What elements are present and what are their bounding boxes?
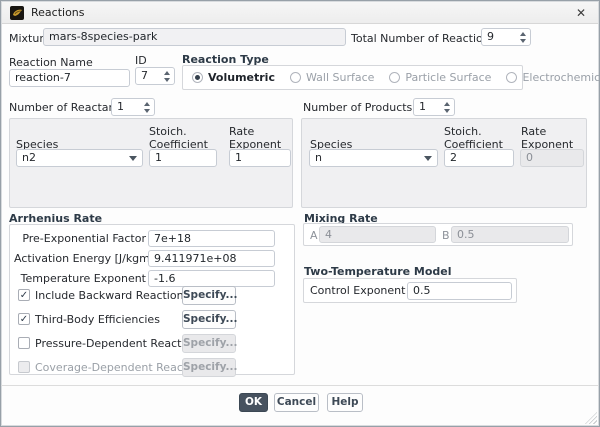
product-rate-exponent-input: 0 xyxy=(520,149,584,167)
num-reactants-label: Number of Reactants xyxy=(9,101,126,114)
reactants-col-stoich: Stoich. Coefficient xyxy=(149,125,208,151)
checkbox-checked-icon[interactable]: ✓ xyxy=(18,313,30,325)
num-products-value: 1 xyxy=(419,100,426,113)
reactant-species-dropdown[interactable]: n2 xyxy=(16,149,143,167)
products-table: Species Stoich. Coefficient Rate Exponen… xyxy=(301,118,587,208)
spinner-arrows-icon[interactable] xyxy=(516,29,530,45)
reactant-rate-exponent-input[interactable]: 1 xyxy=(229,149,291,167)
footer-separator xyxy=(1,385,599,386)
checkbox-checked-icon[interactable]: ✓ xyxy=(18,289,30,301)
num-products-spinner[interactable]: 1 xyxy=(413,98,455,116)
control-exponent-label: Control Exponent xyxy=(310,284,406,297)
num-products-label: Number of Products xyxy=(303,101,413,114)
spinner-arrows-icon[interactable] xyxy=(140,99,154,115)
two-temperature-title: Two-Temperature Model xyxy=(304,265,452,278)
spinner-arrows-icon[interactable] xyxy=(440,99,454,115)
mixing-b-label: B xyxy=(442,229,450,242)
mixing-a-label: A xyxy=(310,229,318,242)
reactants-table: Species Stoich. Coefficient Rate Exponen… xyxy=(9,118,293,208)
close-icon[interactable]: ✕ xyxy=(572,6,590,20)
coverage-dependent-row: Coverage-Dependent Reaction Specify... xyxy=(10,358,294,378)
radio-wall-surface[interactable]: Wall Surface xyxy=(289,71,374,84)
third-body-label: Third-Body Efficiencies xyxy=(35,313,160,326)
radio-particle-surface[interactable]: Particle Surface xyxy=(389,71,491,84)
radio-volumetric[interactable]: Volumetric xyxy=(192,71,275,84)
two-temperature-group: Control Exponent 0.5 xyxy=(303,278,517,303)
specify-coverage-button: Specify... xyxy=(182,358,237,377)
cancel-button[interactable]: Cancel xyxy=(274,393,319,412)
reaction-id-spinner[interactable]: 7 xyxy=(135,67,175,85)
pre-exponential-label: Pre-Exponential Factor xyxy=(22,232,146,245)
mixing-rate-group: A 4 B 0.5 xyxy=(303,223,573,246)
num-reactants-value: 1 xyxy=(117,100,124,113)
activation-energy-input[interactable]: 9.411971e+08 xyxy=(148,250,275,267)
radio-icon[interactable] xyxy=(289,72,301,83)
reaction-type-radios: Volumetric Wall Surface Particle Surface… xyxy=(182,65,599,90)
checkbox-disabled-icon xyxy=(18,361,30,373)
total-reactions-label: Total Number of Reactions xyxy=(351,32,496,45)
reaction-id-value: 7 xyxy=(141,69,148,82)
reactions-dialog: Reactions ✕ Mixture mars-8species-park T… xyxy=(0,0,600,427)
total-reactions-value: 9 xyxy=(487,30,494,43)
pre-exponential-input[interactable]: 7e+18 xyxy=(148,230,275,247)
products-col-species: Species xyxy=(310,138,353,151)
resize-grip[interactable] xyxy=(585,412,597,424)
backward-reaction-label: Include Backward Reaction xyxy=(35,289,184,302)
products-col-stoich: Stoich. Coefficient xyxy=(444,125,503,151)
radio-icon[interactable] xyxy=(506,72,518,83)
product-species-dropdown[interactable]: n xyxy=(309,149,438,167)
reactant-stoich-input[interactable]: 1 xyxy=(149,149,217,167)
checkbox-unchecked-icon[interactable] xyxy=(18,337,30,349)
mixing-b-input: 0.5 xyxy=(451,226,569,243)
pressure-dependent-row: Pressure-Dependent Reaction Specify... xyxy=(10,334,294,354)
temperature-exponent-input[interactable]: -1.6 xyxy=(148,270,275,287)
app-icon xyxy=(10,5,24,20)
mixing-a-input: 4 xyxy=(319,226,436,243)
coverage-dependent-label: Coverage-Dependent Reaction xyxy=(35,361,204,374)
pressure-dependent-label: Pressure-Dependent Reaction xyxy=(35,337,199,350)
radio-icon[interactable] xyxy=(389,72,401,83)
num-reactants-spinner[interactable]: 1 xyxy=(111,98,155,116)
radio-selected-icon[interactable] xyxy=(192,72,203,83)
help-button[interactable]: Help xyxy=(327,393,363,412)
specify-backward-button[interactable]: Specify... xyxy=(182,286,237,305)
third-body-row: ✓ Third-Body Efficiencies Specify... xyxy=(10,310,294,330)
chevron-down-icon xyxy=(129,155,137,161)
reactants-col-species: Species xyxy=(16,138,59,151)
arrhenius-group: Pre-Exponential Factor 7e+18 Activation … xyxy=(9,224,295,378)
reaction-name-input[interactable]: reaction-7 xyxy=(9,69,130,87)
reaction-name-label: Reaction Name xyxy=(9,56,93,69)
product-stoich-input[interactable]: 2 xyxy=(444,149,514,167)
products-col-rate: Rate Exponent xyxy=(521,125,574,151)
window-title: Reactions xyxy=(31,6,85,19)
specify-third-body-button[interactable]: Specify... xyxy=(182,310,237,329)
activation-energy-label: Activation Energy [J/kgmol] xyxy=(14,252,164,265)
control-exponent-input[interactable]: 0.5 xyxy=(407,282,512,300)
spinner-arrows-icon[interactable] xyxy=(160,68,174,84)
total-reactions-spinner[interactable]: 9 xyxy=(481,28,531,46)
reaction-id-label: ID xyxy=(135,54,147,67)
mixture-field[interactable]: mars-8species-park xyxy=(43,28,346,46)
chevron-down-icon xyxy=(424,155,432,161)
backward-reaction-row: ✓ Include Backward Reaction Specify... xyxy=(10,286,294,306)
reactants-col-rate: Rate Exponent xyxy=(229,125,282,151)
temperature-exponent-label: Temperature Exponent xyxy=(20,272,146,285)
titlebar: Reactions ✕ xyxy=(2,2,598,24)
specify-pressure-button: Specify... xyxy=(182,334,237,353)
radio-electrochemical[interactable]: Electrochemical xyxy=(506,71,599,84)
ok-button[interactable]: OK xyxy=(239,393,268,412)
